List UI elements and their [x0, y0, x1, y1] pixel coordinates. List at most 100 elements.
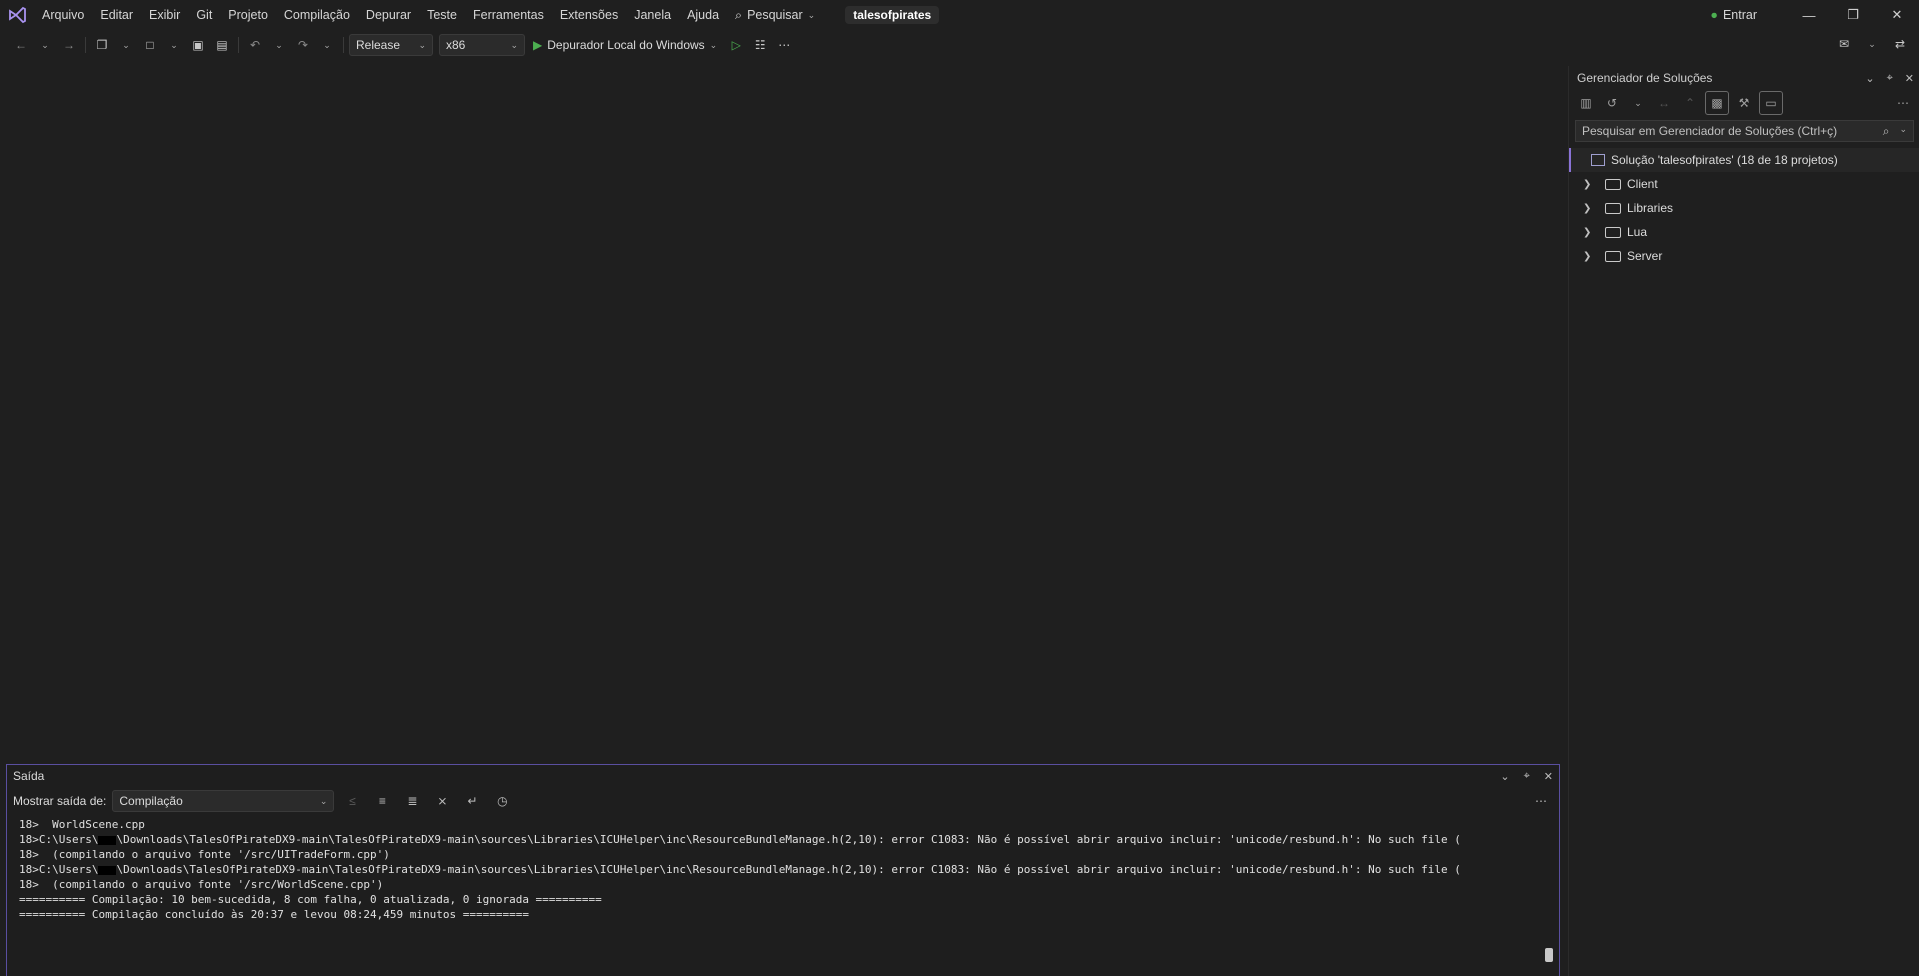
properties-button[interactable]: ⚒ [1733, 92, 1755, 114]
chevron-down-icon: ⌄ [170, 39, 178, 50]
tree-folder-client[interactable]: ❯ Client [1569, 172, 1919, 196]
restore-icon: ❐ [1847, 7, 1859, 22]
feedback-dropdown[interactable]: ⌄ [1861, 33, 1883, 55]
platform-select[interactable]: x86 ⌄ [439, 34, 525, 56]
pin-icon[interactable]: ⌖ [1887, 72, 1893, 85]
new-project-icon: ❐ [96, 38, 108, 52]
open-file-button[interactable]: □ [139, 34, 161, 56]
tree-folder-server[interactable]: ❯ Server [1569, 244, 1919, 268]
menu-extensoes[interactable]: Extensões [552, 0, 626, 30]
navigate-back-button[interactable]: ← [10, 34, 32, 56]
show-all-files-button[interactable]: ▩ [1705, 91, 1729, 115]
live-share-button[interactable]: ⇄ [1889, 33, 1911, 55]
toggle-word-wrap-button[interactable]: ↵ [460, 790, 484, 812]
chevron-down-icon: ⌄ [1868, 38, 1876, 49]
new-project-button[interactable]: ❐ [91, 34, 113, 56]
search-icon: ⌕ [1882, 123, 1890, 138]
search-icon: ⌕ [735, 8, 743, 22]
play-outline-icon: ▷ [731, 38, 741, 52]
tree-folder-lua[interactable]: ❯ Lua [1569, 220, 1919, 244]
preview-selected-button[interactable]: ▭ [1759, 91, 1783, 115]
sign-in-label: Entrar [1722, 8, 1757, 22]
output-text-area[interactable]: 18> WorldScene.cpp 18>C:\Users\ \Downloads… [7, 815, 1549, 922]
restore-button[interactable]: ❐ [1831, 0, 1875, 30]
start-debugging-button[interactable]: ▶ Depurador Local do Windows ⌄ [527, 38, 723, 52]
solution-explorer-search-input[interactable]: Pesquisar em Gerenciador de Soluções (Ct… [1575, 120, 1914, 142]
output-scrollbar-thumb[interactable] [1545, 948, 1553, 962]
chevron-down-icon: ⌄ [418, 39, 426, 50]
sync-with-document-button[interactable]: ↔ [1653, 92, 1675, 114]
chevron-down-icon[interactable]: ⌄ [1500, 770, 1509, 783]
expand-arrow-icon[interactable]: ❯ [1583, 251, 1599, 262]
go-to-previous-message-button[interactable]: ≤ [340, 790, 364, 812]
folder-icon [1605, 226, 1621, 238]
undo-dropdown[interactable]: ⌄ [268, 34, 290, 56]
tree-folder-libraries[interactable]: ❯ Libraries [1569, 196, 1919, 220]
expand-arrow-icon[interactable]: ❯ [1583, 179, 1599, 190]
redo-dropdown[interactable]: ⌄ [316, 34, 338, 56]
chevron-down-icon[interactable]: ⌄ [1865, 72, 1874, 85]
search-menu[interactable]: ⌕ Pesquisar ⌄ [727, 0, 823, 30]
undo-button[interactable]: ↶ [244, 34, 266, 56]
menu-projeto[interactable]: Projeto [220, 0, 276, 30]
pin-icon[interactable]: ⌖ [1524, 770, 1530, 783]
output-more-button[interactable]: ⋯ [1529, 790, 1553, 812]
menu-bar: Arquivo Editar Exibir Git Projeto Compil… [0, 0, 1919, 30]
menu-editar[interactable]: Editar [92, 0, 141, 30]
minimize-button[interactable]: — [1787, 0, 1831, 30]
solution-explorer-panel: Gerenciador de Soluções ⌄ ⌖ ✕ ▥ ↺ ⌄ ↔ ⌃ … [1568, 66, 1919, 976]
menu-compilacao[interactable]: Compilação [276, 0, 358, 30]
solution-icon [1591, 154, 1605, 166]
solution-explorer-more-button[interactable]: ⋯ [1892, 92, 1914, 114]
hot-reload-button[interactable]: ☷ [749, 34, 771, 56]
sign-in-button[interactable]: ● Entrar [1710, 8, 1757, 22]
wrench-icon: ⚒ [1738, 96, 1750, 110]
output-title: Saída [13, 769, 45, 783]
menu-arquivo[interactable]: Arquivo [34, 0, 92, 30]
expand-arrow-icon[interactable]: ❯ [1583, 227, 1599, 238]
show-timestamp-button[interactable]: ◷ [490, 790, 514, 812]
go-to-next-message-button[interactable]: ≡ [370, 790, 394, 812]
chevron-down-icon[interactable]: ⌄ [1899, 124, 1907, 139]
solution-root-node[interactable]: Solução 'talesofpirates' (18 de 18 proje… [1569, 148, 1919, 172]
new-project-dropdown[interactable]: ⌄ [115, 34, 137, 56]
clock-icon: ◷ [497, 794, 508, 808]
expand-arrow-icon[interactable]: ❯ [1583, 203, 1599, 214]
toolbar-overflow-button[interactable]: ⋯ [773, 34, 795, 56]
more-icon: ⋯ [778, 38, 791, 52]
output-header: Saída ⌄ ⌖ ✕ [7, 765, 1559, 787]
minimize-icon: — [1802, 7, 1816, 23]
pending-changes-dropdown[interactable]: ⌄ [1627, 92, 1649, 114]
find-message-button[interactable]: ≣ [400, 790, 424, 812]
configuration-select[interactable]: Release ⌄ [349, 34, 433, 56]
visual-studio-logo-icon[interactable] [0, 0, 34, 30]
navigate-forward-button[interactable]: → [58, 34, 80, 56]
save-all-button[interactable]: ▤ [211, 34, 233, 56]
close-window-button[interactable]: ✕ [1875, 0, 1919, 30]
menu-ferramentas[interactable]: Ferramentas [465, 0, 552, 30]
folder-icon [1605, 178, 1621, 190]
navigate-back-dropdown[interactable]: ⌄ [34, 34, 56, 56]
clear-all-button[interactable]: ⨯ [430, 790, 454, 812]
open-file-dropdown[interactable]: ⌄ [163, 34, 185, 56]
menu-depurar[interactable]: Depurar [358, 0, 419, 30]
switch-views-button[interactable]: ▥ [1575, 92, 1597, 114]
output-line: 18> (compilando o arquivo fonte '/src/Wo… [19, 878, 384, 891]
menu-exibir[interactable]: Exibir [141, 0, 188, 30]
save-button[interactable]: ▣ [187, 34, 209, 56]
close-icon[interactable]: ✕ [1905, 72, 1914, 85]
menu-ajuda[interactable]: Ajuda [679, 0, 727, 30]
start-without-debugging-button[interactable]: ▷ [725, 34, 747, 56]
menu-teste[interactable]: Teste [419, 0, 465, 30]
close-icon[interactable]: ✕ [1544, 770, 1553, 783]
pending-changes-filter-button[interactable]: ↺ [1601, 92, 1623, 114]
output-toolbar: Mostrar saída de: Compilação ⌄ ≤ ≡ ≣ ⨯ ↵… [7, 787, 1559, 815]
folder-label: Server [1627, 249, 1663, 263]
output-source-select[interactable]: Compilação ⌄ [112, 790, 335, 812]
feedback-button[interactable]: ✉ [1833, 33, 1855, 55]
collapse-all-button[interactable]: ⌃ [1679, 92, 1701, 114]
menu-janela[interactable]: Janela [626, 0, 679, 30]
folder-label: Libraries [1627, 201, 1674, 215]
redo-button[interactable]: ↷ [292, 34, 314, 56]
menu-git[interactable]: Git [188, 0, 220, 30]
